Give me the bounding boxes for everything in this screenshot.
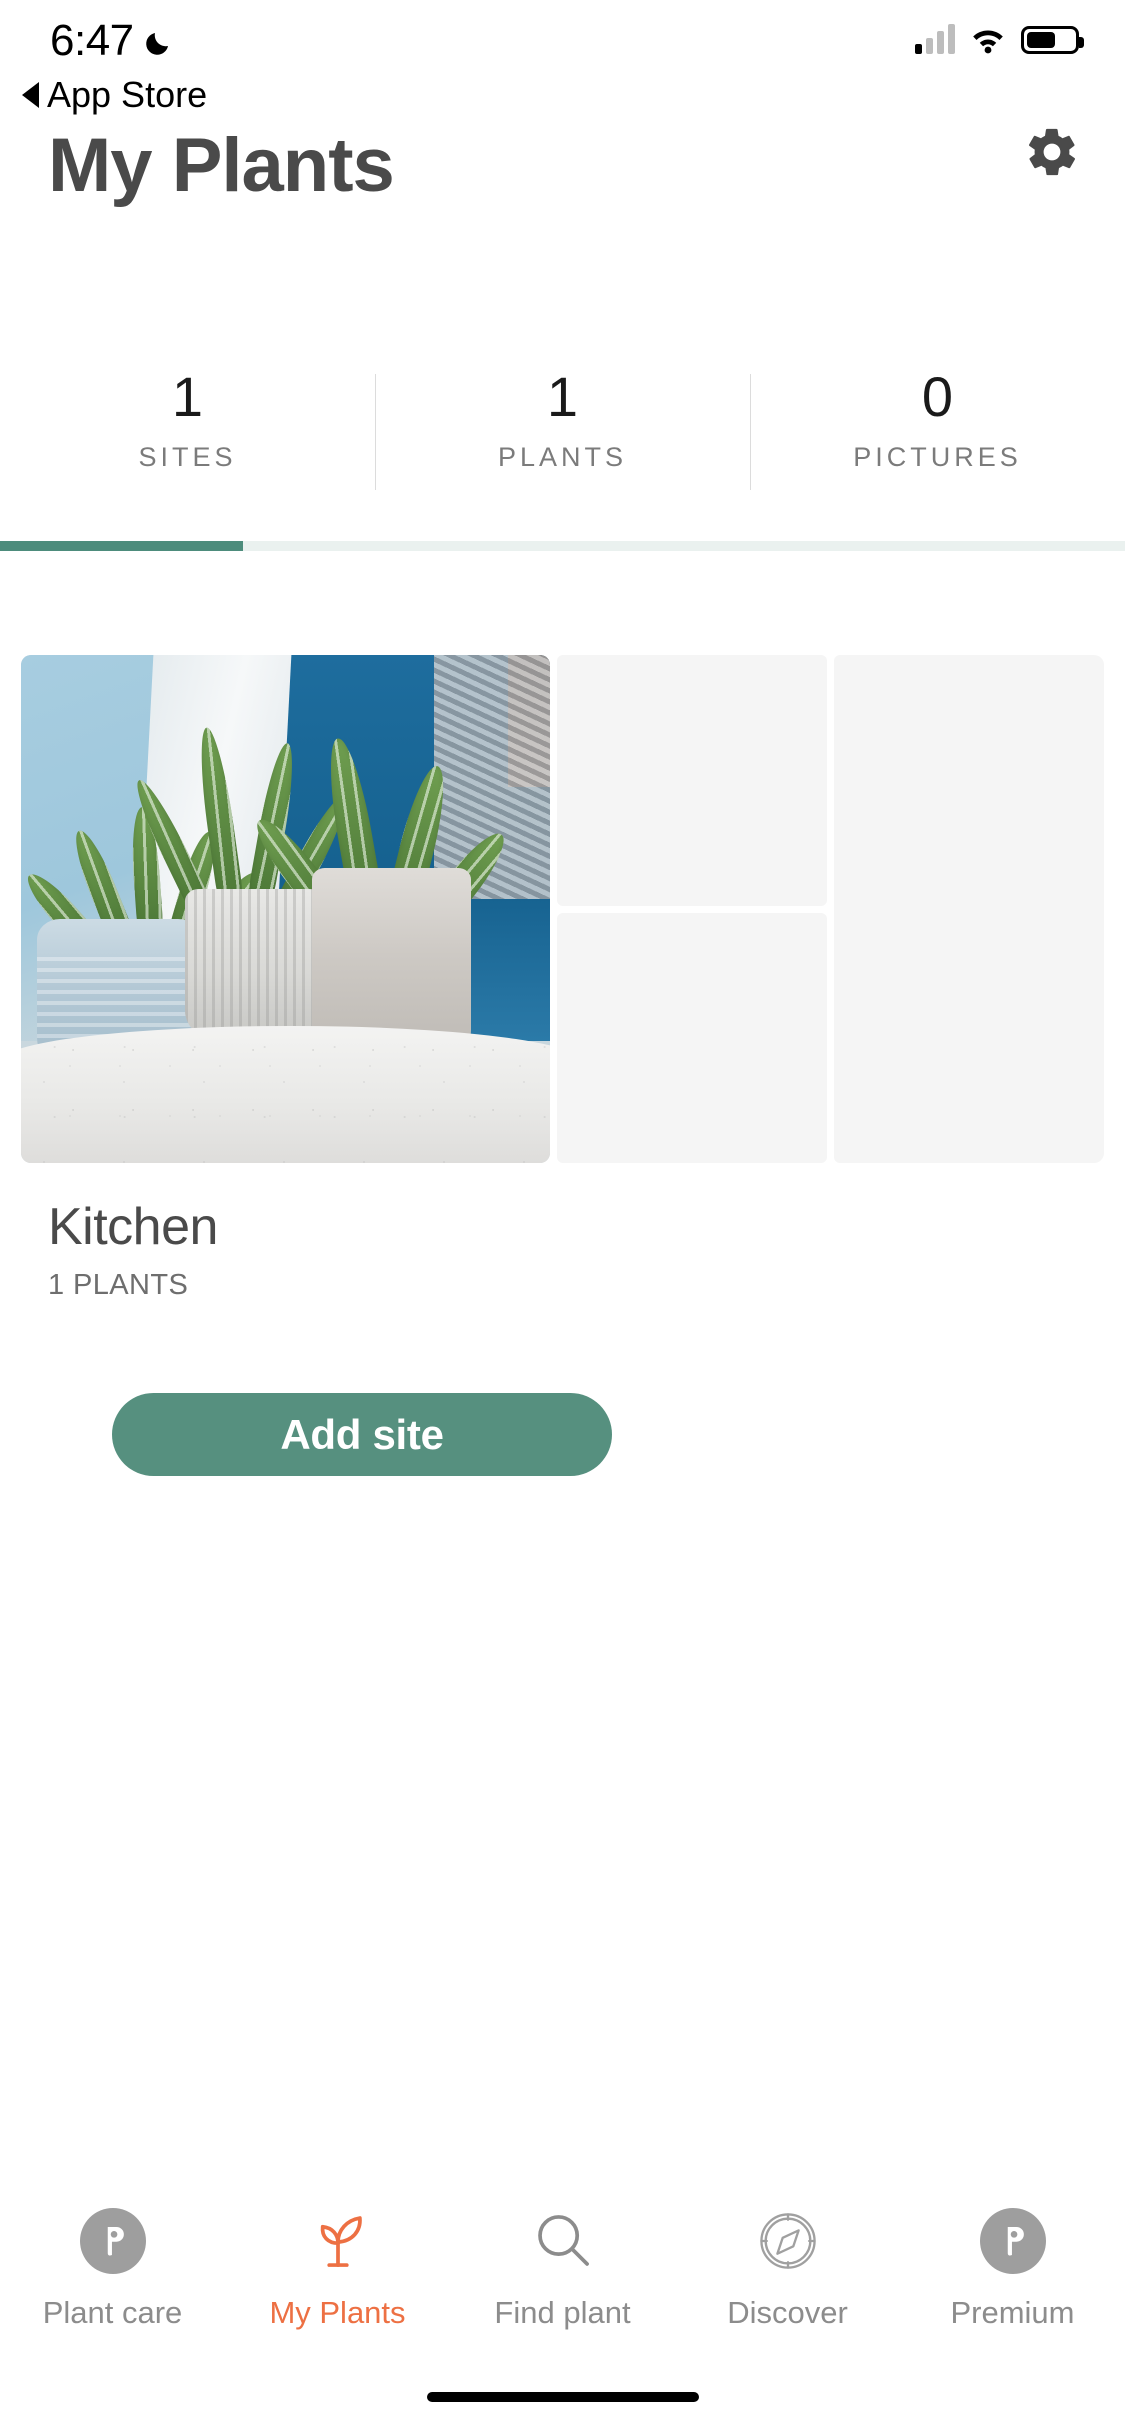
stat-label: SITES <box>138 441 237 472</box>
tab-plant-care[interactable]: Plant care <box>0 2191 225 2331</box>
plant-care-p-logo-icon <box>75 2203 151 2279</box>
stats-row: 1 SITES 1 PLANTS 0 PICTURES <box>0 360 1125 520</box>
stat-label: PICTURES <box>853 441 1022 472</box>
battery-icon <box>1021 26 1084 54</box>
photo-placeholder-tile[interactable] <box>834 655 1104 1163</box>
tab-my-plants[interactable]: My Plants <box>225 2191 450 2331</box>
tab-premium[interactable]: Premium <box>900 2191 1125 2331</box>
site-plant-count: 1 PLANTS <box>48 1269 189 1301</box>
stat-value: 1 <box>171 365 204 428</box>
tab-find-plant[interactable]: Find plant <box>450 2191 675 2331</box>
home-indicator <box>426 2392 699 2402</box>
back-to-app-store-link[interactable]: App Store <box>22 74 207 116</box>
premium-p-logo-icon <box>975 2203 1051 2279</box>
site-photo-primary[interactable] <box>21 655 550 1163</box>
tab-label: Premium <box>950 2295 1075 2330</box>
back-label: App Store <box>47 74 208 115</box>
stat-plants[interactable]: 1 PLANTS <box>375 360 750 520</box>
page-header: My Plants <box>0 122 1125 242</box>
settings-button[interactable] <box>1017 119 1087 189</box>
status-bar: 6:47 App Store <box>0 0 1125 132</box>
search-icon <box>525 2203 601 2279</box>
stat-pictures[interactable]: 0 PICTURES <box>750 360 1125 520</box>
gear-icon <box>1024 124 1080 185</box>
page-indicator-track[interactable] <box>0 541 1125 551</box>
status-time-group: 6:47 <box>50 16 176 66</box>
cellular-signal-icon <box>915 24 955 54</box>
stat-value: 1 <box>546 365 579 428</box>
tab-label: My Plants <box>269 2295 406 2330</box>
back-triangle-icon <box>22 82 39 108</box>
photo-placeholder-tile[interactable] <box>557 655 827 906</box>
site-card-kitchen[interactable]: Kitchen 1 PLANTS <box>0 655 1125 1302</box>
tab-discover[interactable]: Discover <box>675 2191 900 2331</box>
sprout-icon <box>300 2203 376 2279</box>
status-time: 6:47 <box>50 16 134 65</box>
site-name: Kitchen <box>48 1198 218 1256</box>
compass-icon <box>750 2203 826 2279</box>
site-photo-placeholders <box>557 655 1104 1163</box>
tab-label: Find plant <box>494 2295 631 2330</box>
tab-label: Plant care <box>42 2295 183 2330</box>
site-photo-collage[interactable] <box>21 655 1104 1163</box>
page-title: My Plants <box>48 123 395 208</box>
photo-placeholder-tile[interactable] <box>557 912 827 1163</box>
stat-sites[interactable]: 1 SITES <box>0 360 375 520</box>
page-indicator-fill <box>0 541 243 551</box>
succulents-photo <box>21 655 550 1163</box>
moon-icon <box>144 25 176 57</box>
tab-label: Discover <box>727 2295 848 2330</box>
bottom-tab-bar: Plant care My Plants Find plant Discover… <box>0 2191 1125 2341</box>
status-indicators <box>915 24 1084 54</box>
wifi-icon <box>969 24 1007 54</box>
add-site-button[interactable]: Add site <box>112 1393 612 1476</box>
stat-value: 0 <box>921 365 954 428</box>
stat-label: PLANTS <box>497 441 628 472</box>
